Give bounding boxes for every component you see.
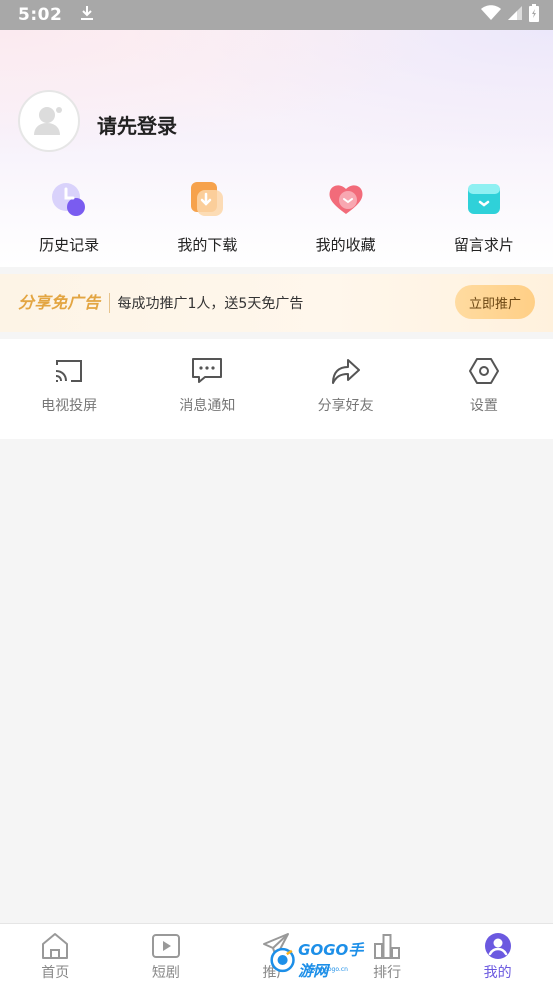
tool-cast[interactable]: 电视投屏 [0, 339, 138, 439]
login-prompt[interactable]: 请先登录 [97, 110, 177, 139]
tool-share[interactable]: 分享好友 [277, 339, 415, 439]
quick-action-favorite[interactable]: 我的收藏 [277, 180, 415, 260]
nav-short-drama[interactable]: 短剧 [111, 924, 222, 984]
quick-action-download[interactable]: 我的下载 [138, 180, 276, 260]
quick-action-label: 历史记录 [39, 236, 100, 254]
wifi-icon [481, 5, 501, 25]
share-icon [331, 359, 360, 384]
tool-label: 设置 [469, 398, 498, 414]
home-icon [42, 933, 69, 959]
watermark-logo-icon [270, 947, 295, 973]
nav-home[interactable]: 首页 [0, 924, 111, 984]
promo-title: 分享免广告 [18, 293, 110, 313]
cast-icon [56, 360, 83, 382]
download-icon [191, 182, 224, 216]
tool-settings[interactable]: 设置 [415, 339, 553, 439]
watermark-subtext: www.gogo.cn [308, 966, 348, 973]
quick-actions: 历史记录 我的下载 我的收藏 留言求片 [0, 180, 553, 260]
message-icon [192, 358, 223, 383]
default-avatar-icon [34, 107, 62, 135]
settings-icon [468, 358, 499, 384]
signal-icon [507, 5, 523, 25]
tool-messages[interactable]: 消息通知 [138, 339, 276, 439]
tool-label: 消息通知 [179, 398, 236, 414]
quick-action-request[interactable]: 留言求片 [415, 180, 553, 260]
quick-action-history[interactable]: 历史记录 [0, 180, 138, 260]
nav-label: 首页 [41, 965, 70, 981]
message-box-icon [467, 184, 500, 214]
promo-banner: 分享免广告 每成功推广1人，送5天免广告 立即推广 [0, 274, 553, 332]
watermark: GOGO手游网 www.gogo.cn [270, 941, 378, 980]
status-time: 5:02 [18, 5, 63, 25]
nav-label: 短剧 [151, 965, 180, 981]
promote-now-button[interactable]: 立即推广 [455, 285, 535, 319]
quick-action-label: 我的收藏 [315, 236, 376, 254]
profile-header: 请先登录 历史记录 我的下载 我的收藏 留言求片 [0, 30, 553, 267]
nav-mine[interactable]: 我的 [442, 924, 553, 984]
history-clock-icon [52, 183, 86, 216]
status-bar: 5:02 [0, 0, 553, 30]
tool-label: 分享好友 [317, 398, 374, 414]
play-icon [151, 934, 180, 958]
favorite-heart-icon [329, 185, 363, 214]
avatar[interactable] [18, 90, 80, 152]
user-icon [484, 933, 511, 959]
nav-label: 我的 [483, 965, 512, 981]
download-status-icon [80, 5, 94, 25]
tools-panel: 电视投屏 消息通知 分享好友 设置 [0, 339, 553, 439]
promo-description: 每成功推广1人，送5天免广告 [117, 296, 304, 312]
watermark-text: GOGO手游网 [298, 941, 364, 980]
quick-action-label: 我的下载 [177, 236, 238, 254]
quick-action-label: 留言求片 [453, 236, 514, 254]
battery-icon [529, 4, 539, 26]
tool-label: 电视投屏 [41, 398, 98, 414]
